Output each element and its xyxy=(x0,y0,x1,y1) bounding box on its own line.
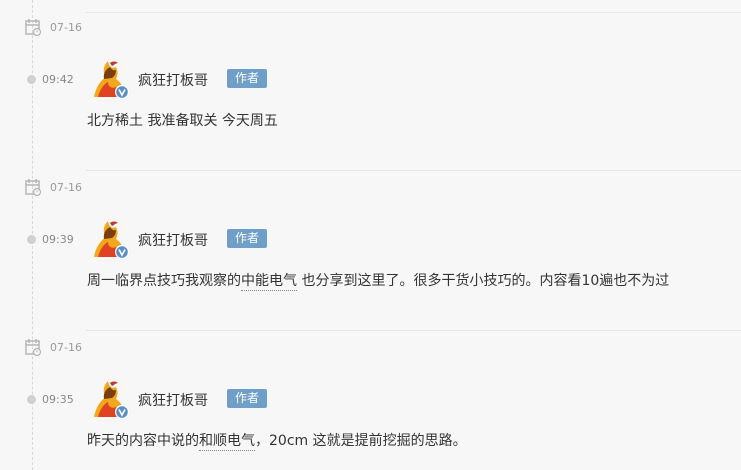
divider xyxy=(86,12,741,13)
author-name[interactable]: 疯狂打板哥 xyxy=(138,390,208,410)
post-time: 09:35 xyxy=(27,393,74,406)
avatar[interactable] xyxy=(88,377,132,421)
time-label: 09:39 xyxy=(42,233,74,246)
calendar-icon xyxy=(25,339,42,356)
content-text: 周一临界点技巧我观察的 xyxy=(87,273,241,289)
post-content: 北方稀土 我准备取关 今天周五 xyxy=(87,110,278,130)
time-label: 09:42 xyxy=(42,73,74,86)
author-name[interactable]: 疯狂打板哥 xyxy=(138,70,208,90)
timeline-dot-icon xyxy=(27,75,36,84)
date-label: 07-16 xyxy=(50,340,82,354)
time-label: 09:35 xyxy=(42,393,74,406)
post-time: 09:39 xyxy=(27,233,74,246)
author-badge: 作者 xyxy=(227,389,268,408)
post-time: 09:42 xyxy=(27,73,74,86)
post-content: 昨天的内容中说的和顺电气，20cm 这就是提前挖掘的思路。 xyxy=(87,430,467,451)
calendar-icon xyxy=(25,179,42,196)
date-header: 07-16 xyxy=(24,17,82,37)
stock-link[interactable]: 和顺电气 xyxy=(199,433,255,451)
content-text: ，20cm 这就是提前挖掘的思路。 xyxy=(255,433,467,449)
author-badge: 作者 xyxy=(227,229,268,248)
timeline-dot-icon xyxy=(27,235,36,244)
divider xyxy=(86,170,741,171)
content-text: 昨天的内容中说的 xyxy=(87,433,199,449)
content-text: 也分享到这里了。很多干货小技巧的。内容看10遍也不为过 xyxy=(297,273,670,289)
date-label: 07-16 xyxy=(50,180,82,194)
post-content: 周一临界点技巧我观察的中能电气 也分享到这里了。很多干货小技巧的。内容看10遍也… xyxy=(87,270,670,291)
divider xyxy=(86,330,741,331)
author-name[interactable]: 疯狂打板哥 xyxy=(138,230,208,250)
date-header: 07-16 xyxy=(24,337,82,357)
content-text: 北方稀土 我准备取关 今天周五 xyxy=(87,113,278,129)
timeline-dot-icon xyxy=(27,395,36,404)
stock-link[interactable]: 中能电气 xyxy=(241,273,297,291)
date-header: 07-16 xyxy=(24,177,82,197)
avatar[interactable] xyxy=(88,57,132,101)
calendar-icon xyxy=(25,19,42,36)
avatar[interactable] xyxy=(88,217,132,261)
date-label: 07-16 xyxy=(50,20,82,34)
author-badge: 作者 xyxy=(227,69,268,88)
